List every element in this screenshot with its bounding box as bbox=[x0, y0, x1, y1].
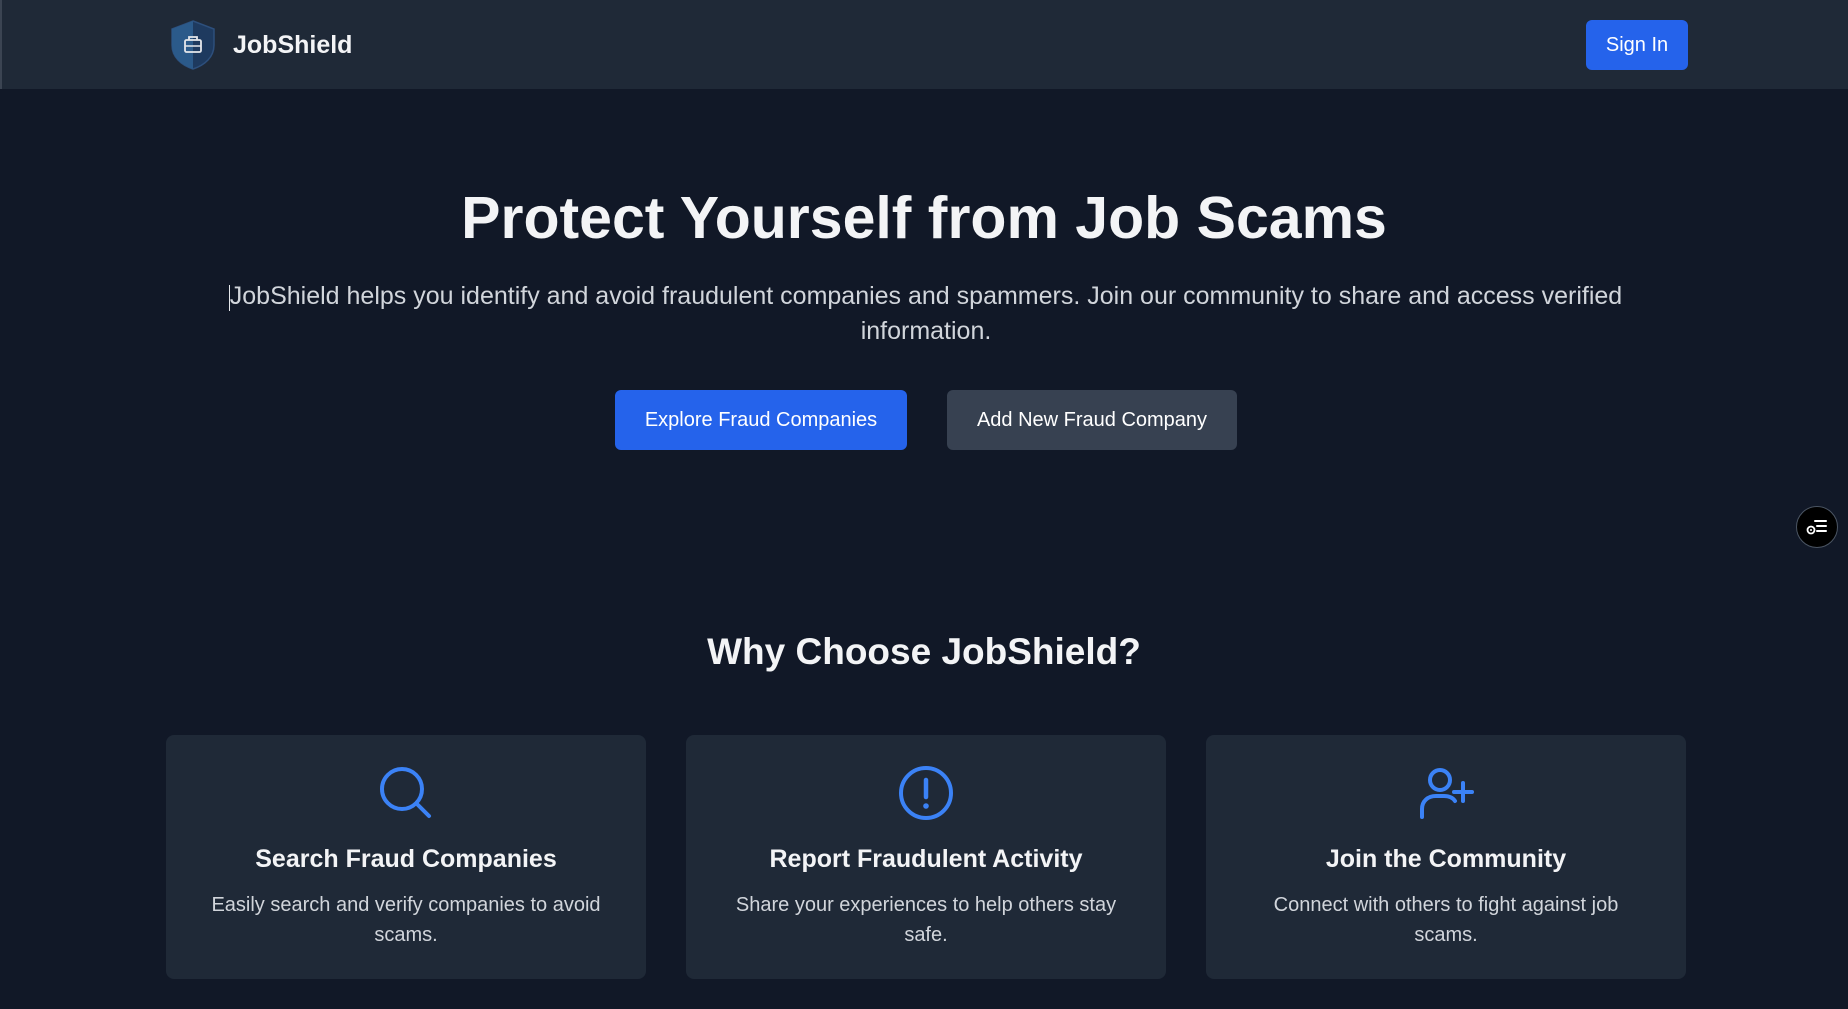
card-title: Join the Community bbox=[1325, 845, 1567, 873]
add-fraud-company-button[interactable]: Add New Fraud Company bbox=[947, 390, 1237, 450]
search-icon bbox=[380, 767, 431, 818]
sign-in-button[interactable]: Sign In bbox=[1586, 20, 1688, 70]
card-description: Share your experiences to help others st… bbox=[735, 894, 1117, 946]
top-navbar: JobShield Sign In bbox=[0, 0, 1848, 89]
card-description: Easily search and verify companies to av… bbox=[211, 894, 601, 946]
feature-card-search: Search Fraud Companies Easily search and… bbox=[166, 735, 646, 979]
feature-card-report: Report Fraudulent Activity Share your ex… bbox=[686, 735, 1166, 979]
feature-card-community: Join the Community Connect with others t… bbox=[1206, 735, 1686, 979]
card-description: Connect with others to fight against job… bbox=[1273, 894, 1619, 946]
features-title: Why Choose JobShield? bbox=[707, 631, 1141, 672]
user-plus-icon bbox=[1420, 768, 1474, 819]
hero-title: Protect Yourself from Job Scams bbox=[461, 185, 1387, 251]
card-title: Report Fraudulent Activity bbox=[769, 845, 1083, 873]
brand[interactable]: JobShield bbox=[170, 20, 352, 70]
floating-menu-button[interactable] bbox=[1796, 506, 1838, 548]
list-settings-icon bbox=[1806, 520, 1827, 535]
shield-logo-icon bbox=[171, 20, 215, 70]
alert-circle-icon bbox=[899, 766, 953, 820]
brand-name: JobShield bbox=[233, 30, 353, 59]
card-title: Search Fraud Companies bbox=[255, 845, 557, 873]
hero-subtitle: JobShield helps you identify and avoid f… bbox=[229, 282, 1623, 345]
explore-fraud-companies-button[interactable]: Explore Fraud Companies bbox=[615, 390, 907, 450]
